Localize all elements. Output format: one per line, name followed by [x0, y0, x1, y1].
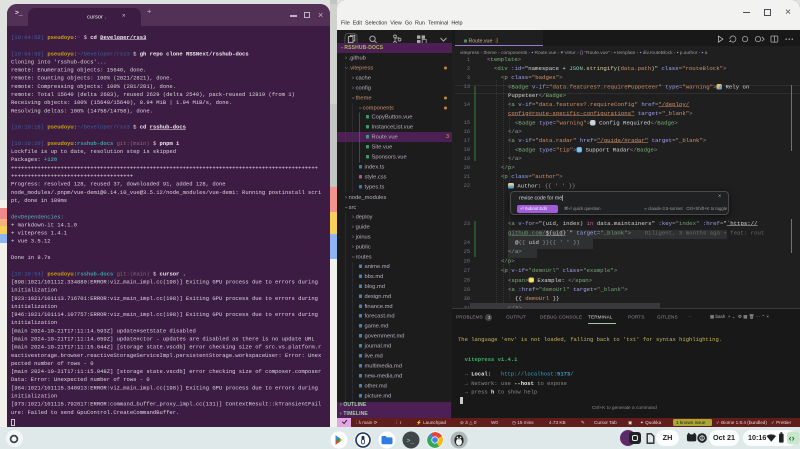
svg-text:>_: >_ — [407, 438, 415, 445]
svg-text:‹›: ‹› — [789, 433, 795, 443]
